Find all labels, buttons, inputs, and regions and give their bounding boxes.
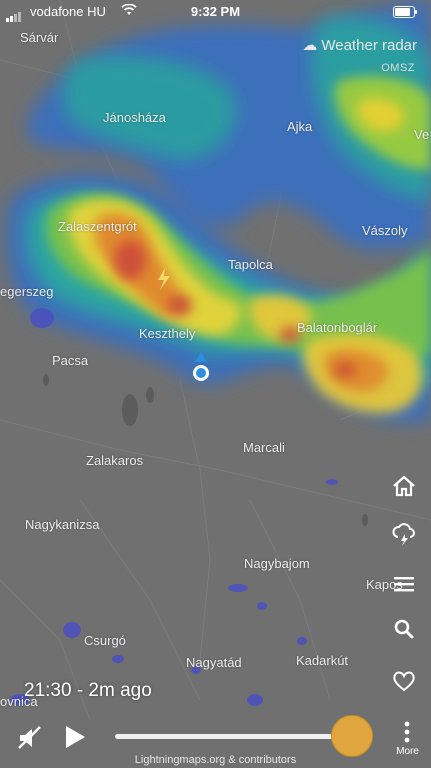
thunderstorm-icon: [392, 523, 415, 546]
home-icon: [393, 475, 415, 497]
city-label: Zalaszentgrót: [58, 219, 137, 234]
city-label: Zalakaros: [86, 453, 144, 468]
city-label: Kadarkút: [296, 653, 349, 668]
timeline-slider[interactable]: [115, 734, 351, 739]
search-icon: [394, 619, 414, 639]
city-label: Sárvár: [20, 30, 59, 45]
radar-title-label: Weather radar: [321, 37, 417, 54]
city-label: Nagyatád: [186, 655, 242, 670]
frame-timestamp: 21:30 - 2m ago: [24, 680, 152, 701]
city-label: Keszthely: [139, 326, 196, 341]
favorite-button[interactable]: [391, 668, 417, 694]
city-label: Pacsa: [52, 353, 89, 368]
battery-icon: [393, 6, 417, 18]
city-label: Nagybajom: [244, 556, 310, 571]
speaker-muted-icon: [18, 726, 41, 749]
search-button[interactable]: [391, 616, 417, 642]
cloud-upload-icon: ☁: [302, 37, 318, 54]
more-vertical-icon: [404, 721, 410, 743]
city-label: Tapolca: [228, 257, 273, 272]
city-label: Ve: [414, 127, 430, 142]
radar-source: OMSZ: [381, 62, 415, 74]
heading-arrow-icon: [195, 352, 207, 362]
mute-button[interactable]: [16, 724, 44, 752]
menu-icon: [394, 577, 414, 592]
map-attribution: Lightningmaps.org & contributors: [134, 754, 297, 766]
more-button[interactable]: [404, 720, 410, 744]
lightning-layer-button[interactable]: [391, 522, 417, 548]
city-label: Balatonboglár: [297, 320, 378, 335]
current-location-marker: [193, 365, 209, 381]
city-label: Marcali: [243, 440, 285, 455]
timeline-slider-knob[interactable]: [331, 715, 373, 757]
status-bar: vodafone HU 9:32 PM: [0, 0, 431, 22]
city-label: Csurgó: [84, 633, 126, 648]
radar-layer-title[interactable]: ☁ Weather radar: [302, 36, 417, 54]
menu-button[interactable]: [391, 571, 417, 597]
city-label: Vászoly: [362, 223, 408, 238]
city-label: Ajka: [287, 119, 313, 134]
radar-map[interactable]: [0, 0, 431, 768]
play-button[interactable]: [63, 724, 87, 750]
city-label: egerszeg: [0, 284, 54, 299]
city-label: Jánosháza: [103, 110, 166, 125]
home-button[interactable]: [391, 473, 417, 499]
heart-icon: [393, 671, 415, 692]
city-label: Nagykanizsa: [25, 517, 100, 532]
clock: 9:32 PM: [190, 4, 241, 19]
play-icon: [66, 726, 85, 748]
